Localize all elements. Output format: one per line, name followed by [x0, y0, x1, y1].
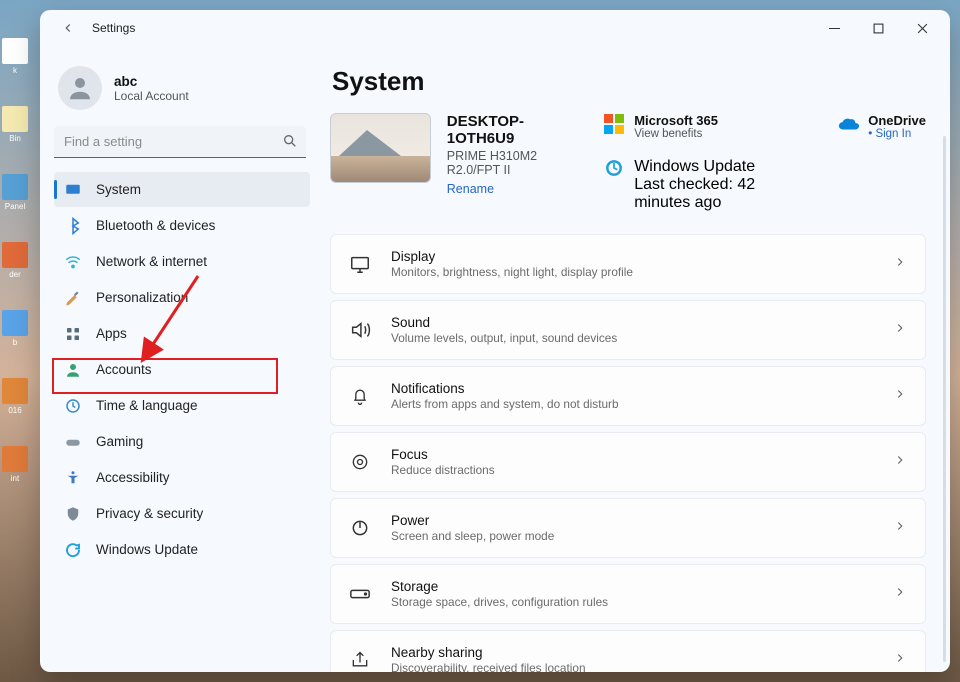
- sidebar-item-network[interactable]: Network & internet: [54, 244, 310, 279]
- sidebar-item-label: Personalization: [96, 290, 188, 305]
- account-header[interactable]: abc Local Account: [54, 60, 310, 124]
- bluetooth-icon: [64, 217, 82, 235]
- sidebar-item-label: Accounts: [96, 362, 152, 377]
- scrollbar[interactable]: [943, 136, 946, 662]
- shield-icon: [64, 505, 82, 523]
- device-model: PRIME H310M2 R2.0/FPT II: [447, 149, 588, 177]
- ms365-icon: [604, 114, 624, 134]
- avatar: [58, 66, 102, 110]
- device-name: DESKTOP-1OTH6U9: [447, 113, 588, 147]
- sidebar-item-accounts[interactable]: Accounts: [54, 352, 310, 387]
- ms365-sub: View benefits: [634, 128, 718, 140]
- chevron-right-icon: [893, 651, 907, 670]
- update-icon: [64, 541, 82, 559]
- chevron-right-icon: [893, 453, 907, 472]
- main-panel: System DESKTOP-1OTH6U9 PRIME H310M2 R2.0…: [320, 46, 950, 672]
- card-sound[interactable]: SoundVolume levels, output, input, sound…: [330, 300, 926, 360]
- settings-window: Settings abc Local Account: [40, 10, 950, 672]
- sidebar-item-label: Time & language: [96, 398, 198, 413]
- sidebar-item-label: Windows Update: [96, 542, 198, 557]
- sidebar: abc Local Account System Bluetooth & dev…: [40, 46, 320, 672]
- chevron-right-icon: [893, 387, 907, 406]
- account-name: abc: [114, 74, 189, 89]
- bell-icon: [349, 385, 371, 407]
- onedrive-icon: [838, 114, 858, 134]
- windows-update-tile[interactable]: Windows Update Last checked: 42 minutes …: [604, 158, 810, 212]
- card-notifications[interactable]: NotificationsAlerts from apps and system…: [330, 366, 926, 426]
- display-icon: [349, 253, 371, 275]
- card-storage[interactable]: StorageStorage space, drives, configurat…: [330, 564, 926, 624]
- sidebar-item-time[interactable]: Time & language: [54, 388, 310, 423]
- card-display[interactable]: DisplayMonitors, brightness, night light…: [330, 234, 926, 294]
- sidebar-item-privacy[interactable]: Privacy & security: [54, 496, 310, 531]
- brush-icon: [64, 289, 82, 307]
- sidebar-item-gaming[interactable]: Gaming: [54, 424, 310, 459]
- desktop-icon-strip: k Bin Panel der b 016 int: [2, 38, 32, 514]
- sidebar-item-label: Bluetooth & devices: [96, 218, 215, 233]
- sound-icon: [349, 319, 371, 341]
- chevron-right-icon: [893, 321, 907, 340]
- update-sub: Last checked: 42 minutes ago: [634, 176, 810, 212]
- gamepad-icon: [64, 433, 82, 451]
- storage-icon: [349, 583, 371, 605]
- chevron-right-icon: [893, 255, 907, 274]
- globe-clock-icon: [64, 397, 82, 415]
- search-input[interactable]: [54, 126, 306, 158]
- sidebar-item-update[interactable]: Windows Update: [54, 532, 310, 567]
- card-nearby[interactable]: Nearby sharingDiscoverability, received …: [330, 630, 926, 672]
- search-icon: [282, 133, 298, 154]
- titlebar: Settings: [40, 10, 950, 46]
- card-power[interactable]: PowerScreen and sleep, power mode: [330, 498, 926, 558]
- wifi-icon: [64, 253, 82, 271]
- card-focus[interactable]: FocusReduce distractions: [330, 432, 926, 492]
- rename-link[interactable]: Rename: [447, 182, 494, 196]
- close-button[interactable]: [900, 13, 944, 43]
- share-icon: [349, 649, 371, 671]
- settings-card-list: DisplayMonitors, brightness, night light…: [330, 234, 926, 672]
- device-thumbnail[interactable]: [330, 113, 431, 183]
- page-title: System: [332, 66, 926, 97]
- onedrive-tile[interactable]: OneDrive • Sign In: [838, 113, 926, 212]
- focus-icon: [349, 451, 371, 473]
- minimize-button[interactable]: [812, 13, 856, 43]
- sidebar-nav: System Bluetooth & devices Network & int…: [54, 172, 310, 567]
- update-icon: [604, 158, 624, 183]
- apps-icon: [64, 325, 82, 343]
- sidebar-item-apps[interactable]: Apps: [54, 316, 310, 351]
- accessibility-icon: [64, 469, 82, 487]
- sidebar-item-bluetooth[interactable]: Bluetooth & devices: [54, 208, 310, 243]
- device-row: DESKTOP-1OTH6U9 PRIME H310M2 R2.0/FPT II…: [330, 113, 926, 212]
- sidebar-item-label: System: [96, 182, 141, 197]
- sidebar-item-label: Gaming: [96, 434, 143, 449]
- ms365-title: Microsoft 365: [634, 113, 718, 128]
- update-title: Windows Update: [634, 158, 810, 176]
- sidebar-item-label: Privacy & security: [96, 506, 203, 521]
- sidebar-item-label: Apps: [96, 326, 127, 341]
- sidebar-item-label: Network & internet: [96, 254, 207, 269]
- sidebar-item-system[interactable]: System: [54, 172, 310, 207]
- chevron-right-icon: [893, 585, 907, 604]
- window-title: Settings: [92, 21, 135, 35]
- power-icon: [349, 517, 371, 539]
- onedrive-signin[interactable]: • Sign In: [868, 128, 926, 140]
- sidebar-item-personalization[interactable]: Personalization: [54, 280, 310, 315]
- ms365-tile[interactable]: Microsoft 365 View benefits: [604, 113, 810, 140]
- onedrive-title: OneDrive: [868, 113, 926, 128]
- account-subtitle: Local Account: [114, 89, 189, 103]
- sidebar-item-accessibility[interactable]: Accessibility: [54, 460, 310, 495]
- maximize-button[interactable]: [856, 13, 900, 43]
- system-icon: [64, 181, 82, 199]
- person-icon: [64, 361, 82, 379]
- back-button[interactable]: [54, 14, 82, 42]
- chevron-right-icon: [893, 519, 907, 538]
- sidebar-item-label: Accessibility: [96, 470, 170, 485]
